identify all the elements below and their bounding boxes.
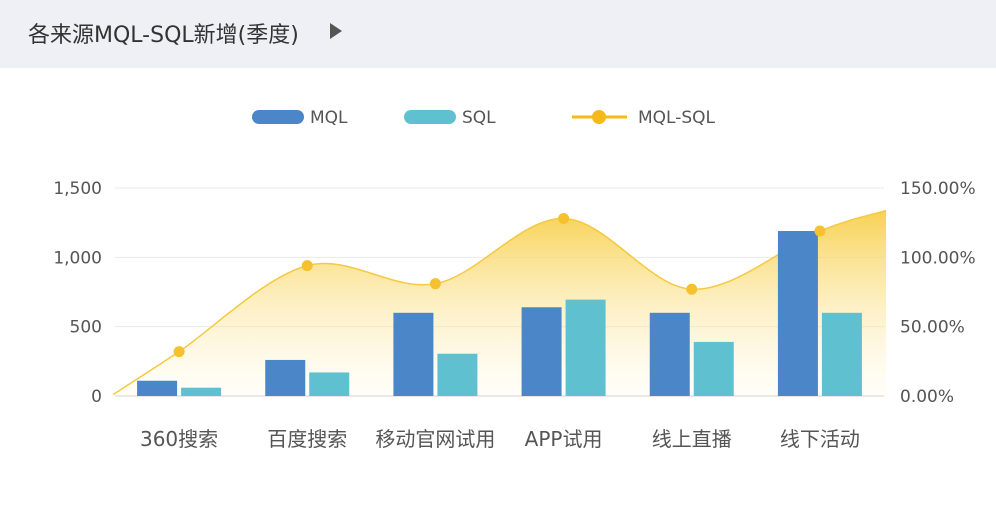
legend-swatch-mql xyxy=(252,110,304,124)
mql-sql-area xyxy=(112,209,887,396)
play-arrow-icon[interactable] xyxy=(330,23,342,39)
bar-sql xyxy=(437,353,478,396)
mql-sql-point xyxy=(173,346,185,358)
bar-mql xyxy=(777,230,818,396)
legend-label: MQL-SQL xyxy=(638,108,716,128)
mql-sql-point xyxy=(429,278,441,290)
legend-label: SQL xyxy=(462,108,496,128)
x-tick-label: 移动官网试用 xyxy=(375,427,495,451)
bar-mql xyxy=(265,359,306,396)
combo-chart: MQL SQL MQL-SQL 0 0.00% 500 50.00% 1,000 100.00… xyxy=(53,108,976,451)
mql-sql-point xyxy=(686,283,698,295)
x-tick-label: 360搜索 xyxy=(140,427,218,451)
bar-sql xyxy=(309,372,350,396)
bar-mql xyxy=(649,312,690,396)
y-right-tick-label: 50.00% xyxy=(900,318,965,338)
bar-mql xyxy=(137,380,178,396)
x-tick-label: 百度搜索 xyxy=(267,427,347,451)
mql-sql-area-fill xyxy=(113,210,886,396)
bar-mql xyxy=(393,312,434,396)
bar-sql xyxy=(693,341,734,396)
x-tick-label: 线下活动 xyxy=(780,427,860,451)
y-left-tick-label: 1,000 xyxy=(53,248,102,268)
legend-swatch-dot xyxy=(592,110,606,124)
chart-title: 各来源MQL-SQL新增(季度) xyxy=(28,23,299,48)
y-right-tick-label: 150.00% xyxy=(900,179,976,199)
legend-label: MQL xyxy=(310,108,348,128)
mql-sql-point xyxy=(814,225,826,237)
x-tick-label: 线上直播 xyxy=(652,427,732,451)
y-left-tick-label: 1,500 xyxy=(53,179,102,199)
y-right-tick-label: 100.00% xyxy=(900,248,976,268)
bar-sql xyxy=(821,312,862,396)
y-left-tick-label: 0 xyxy=(91,387,102,407)
bar-sql xyxy=(181,387,222,396)
bar-sql xyxy=(565,299,606,396)
bar-mql xyxy=(521,307,562,396)
legend: MQL SQL MQL-SQL xyxy=(252,108,716,128)
y-right-tick-label: 0.00% xyxy=(900,387,954,407)
mql-sql-point xyxy=(558,213,570,225)
x-tick-label: APP试用 xyxy=(525,427,603,451)
mql-sql-point xyxy=(301,260,313,272)
y-left-tick-label: 500 xyxy=(70,318,102,338)
legend-swatch-sql xyxy=(404,110,456,124)
chart-header: 各来源MQL-SQL新增(季度) xyxy=(0,0,996,68)
